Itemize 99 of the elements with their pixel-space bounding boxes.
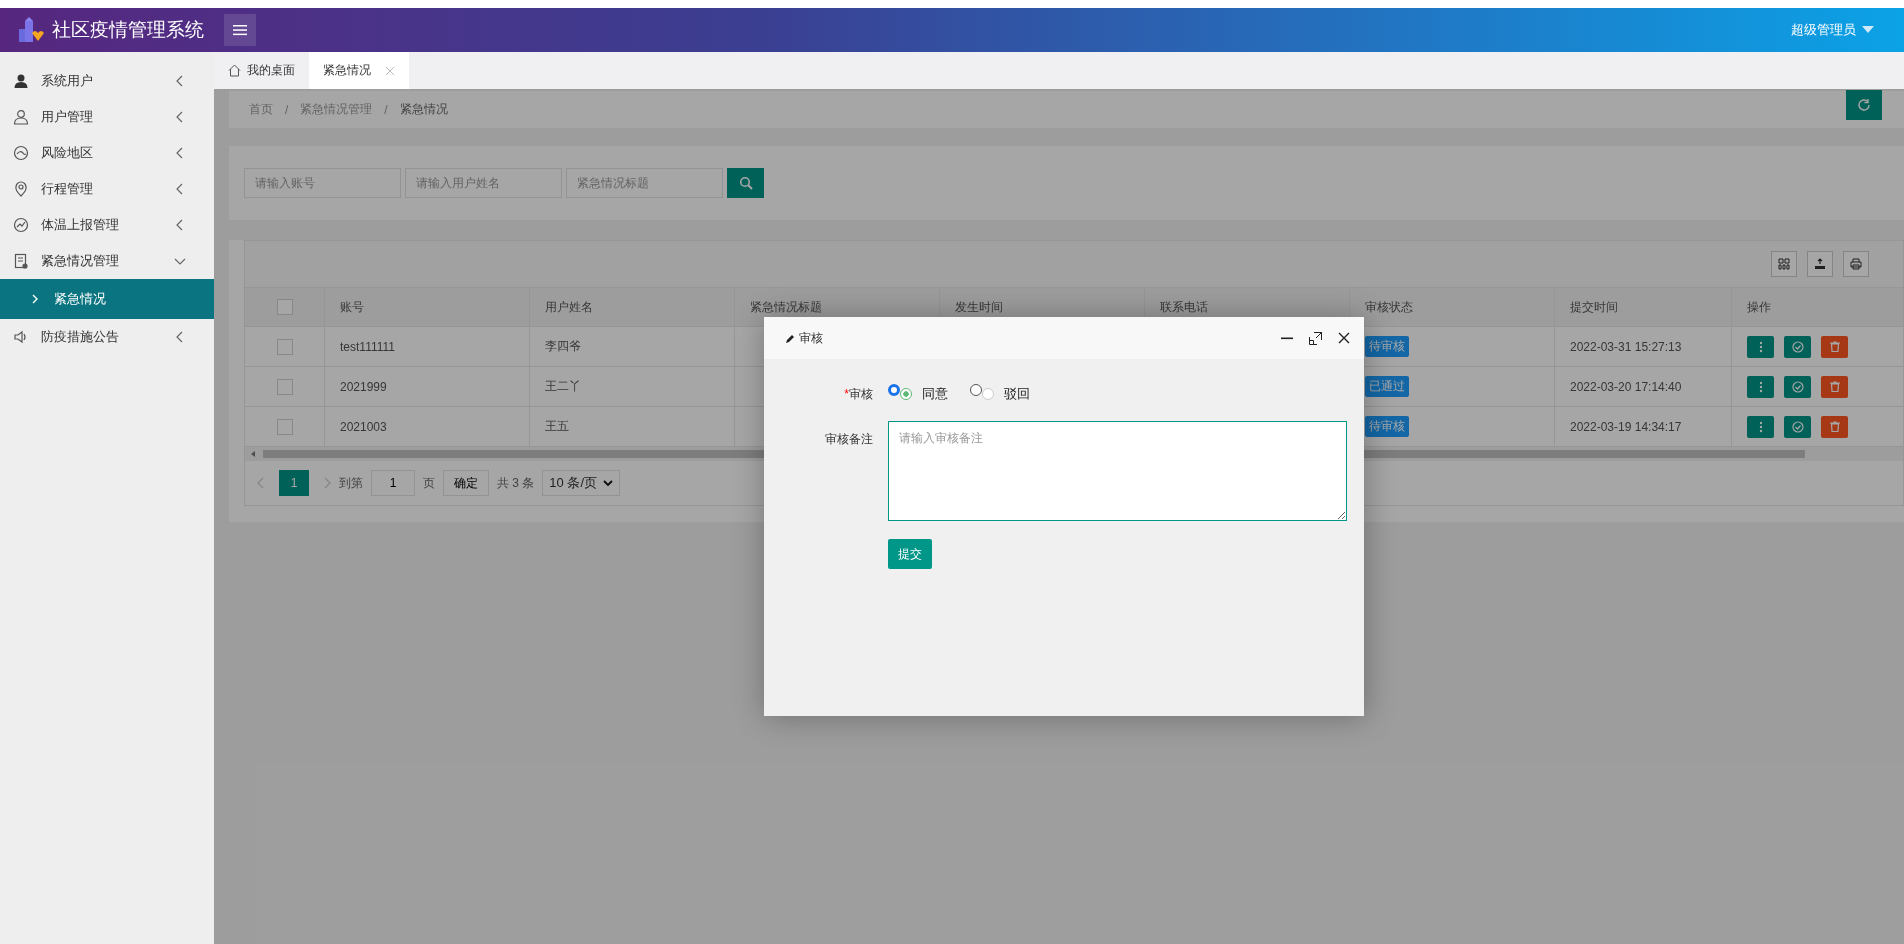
chart-icon [13,217,29,233]
table-cell: 2022-03-19 14:34:17 [1570,419,1682,434]
search-field[interactable]: 紧急情况标题 [566,168,723,198]
table-cell: 王二丫 [545,378,581,395]
kebab-icon [1758,380,1763,393]
column-header: 紧急情况标题 [750,298,822,316]
breadcrumb-separator: / [384,102,388,117]
total-count: 共 3 条 [497,474,535,492]
person-icon [13,73,29,89]
search-button[interactable] [727,168,764,198]
field-label: 审核 [849,386,873,401]
more-button[interactable] [1747,415,1774,438]
chevron-right-icon [30,294,40,304]
document-icon [13,253,29,269]
table-cell: 2022-03-31 15:27:13 [1570,339,1682,354]
sidebar-item[interactable]: 紧急情况管理 [0,243,214,279]
goto-label: 到第 [339,474,363,492]
close-icon[interactable] [1338,332,1350,344]
table-cell: 2021003 [340,419,387,434]
user-outline-icon [13,109,29,125]
sidebar-item[interactable]: 系统用户 [0,63,214,99]
status-badge: 待审核 [1365,416,1409,437]
column-header: 审核状态 [1365,298,1413,316]
sidebar-item[interactable]: 用户管理 [0,99,214,135]
home-icon [228,64,241,77]
tab[interactable]: 我的桌面 [214,52,309,89]
approve-button[interactable] [1784,375,1811,398]
app-title: 社区疫情管理系统 [52,18,204,42]
column-header: 提交时间 [1570,298,1618,316]
trash-icon [1829,341,1840,352]
column-header: 账号 [340,298,364,316]
export-icon [1814,258,1826,270]
page-size-select[interactable]: 10 条/页 [542,470,621,496]
checkbox[interactable] [276,299,293,315]
sidebar-item[interactable]: 体温上报管理 [0,207,214,243]
check-circle-icon [1791,340,1804,353]
trash-icon [1829,421,1840,432]
caret-icon [1862,26,1874,34]
checkbox[interactable] [276,378,293,395]
export-button[interactable] [1807,251,1833,277]
check-circle-icon [1791,420,1804,433]
submit-button[interactable]: 提交 [888,539,932,569]
table-cell: 李四爷 [545,338,581,355]
dialog-title: 审核 [799,329,823,347]
refresh-icon [1857,97,1871,112]
remark-field[interactable]: 请输入审核备注 [888,421,1347,521]
logo-icon [18,17,44,43]
globe-icon [13,145,29,161]
delete-button[interactable] [1821,375,1848,398]
column-header: 联系电话 [1160,298,1208,316]
column-header: 操作 [1747,298,1771,316]
status-badge: 已通过 [1365,376,1409,397]
radio-option[interactable]: 同意 [888,385,948,403]
print-button[interactable] [1843,251,1869,277]
breadcrumb-separator: / [285,102,289,117]
column-header: 发生时间 [955,298,1003,316]
sidebar-item[interactable]: 行程管理 [0,171,214,207]
sidebar-item[interactable]: 风险地区 [0,135,214,171]
checkbox[interactable] [276,338,293,355]
delete-button[interactable] [1821,335,1848,358]
table-cell: test111111 [340,339,395,354]
status-badge: 待审核 [1365,336,1409,357]
menu-icon [233,24,247,36]
chevron-down-icon [603,479,614,487]
delete-button[interactable] [1821,415,1848,438]
maximize-icon[interactable] [1309,331,1322,345]
columns-icon [1778,258,1790,270]
page-input[interactable]: 1 [371,470,415,496]
checkbox[interactable] [276,418,293,435]
check-circle-icon [1791,380,1804,393]
sidebar-subitem[interactable]: 紧急情况 [0,279,214,319]
column-header: 用户姓名 [545,298,593,316]
columns-button[interactable] [1771,251,1797,277]
search-field[interactable]: 请输入账号 [244,168,401,198]
page-unit: 页 [423,474,435,492]
pencil-icon [786,333,795,343]
approve-button[interactable] [1784,335,1811,358]
kebab-icon [1758,420,1763,433]
approve-button[interactable] [1784,415,1811,438]
location-pin-icon [13,181,29,197]
tab[interactable]: 紧急情况 [309,52,409,89]
table-cell: 2022-03-20 17:14:40 [1570,379,1682,394]
search-icon [738,176,753,190]
more-button[interactable] [1747,375,1774,398]
menu-button[interactable] [224,14,256,46]
radio-option[interactable]: 驳回 [970,385,1030,403]
kebab-icon [1758,340,1763,353]
search-field[interactable]: 请输入用户姓名 [405,168,562,198]
speaker-icon [13,329,29,345]
confirm-button[interactable]: 确定 [443,470,489,496]
more-button[interactable] [1747,335,1774,358]
table-cell: 2021999 [340,379,387,394]
print-icon [1850,258,1862,270]
field-label: 审核备注 [825,432,873,446]
table-cell: 王五 [545,418,569,435]
refresh-button[interactable] [1846,89,1882,120]
required-mark: * [844,386,849,401]
sidebar-item[interactable]: 防疫措施公告 [0,319,214,355]
trash-icon [1829,381,1840,392]
